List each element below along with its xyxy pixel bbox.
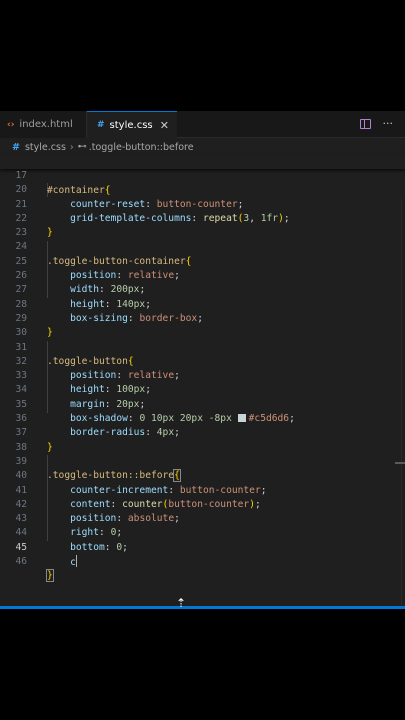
line-number: 46 [15, 556, 27, 568]
code-line: 26 width: 200px; [0, 255, 405, 295]
sticky-scroll-line[interactable]: 17 #container{ [0, 155, 405, 196]
close-icon[interactable]: ✕ [160, 119, 169, 132]
tab-index-html[interactable]: ‹› index.html [0, 111, 87, 138]
code-line: 25 position: relative; [0, 241, 405, 281]
code-line: 23 [0, 212, 405, 238]
code-line: 33 height: 100px; [0, 355, 405, 395]
code-line: 31 .toggle-button{ [0, 326, 405, 367]
code-line: 42 position: absolute; [0, 484, 405, 524]
editor-actions: ··· [359, 117, 394, 130]
code-line: 40 counter-increment: button-counter; [0, 455, 405, 495]
tab-label: index.html [19, 119, 73, 130]
chevron-right-icon: › [69, 141, 74, 153]
mouse-cursor-icon: ⇡ [176, 596, 187, 610]
code-line: 22 } [0, 198, 405, 238]
tab-bar: ‹› index.html # style.css ✕ ··· [0, 111, 405, 138]
status-bar [0, 606, 405, 609]
tab-label: style.css [109, 119, 153, 131]
code-line: 37 } [0, 412, 405, 452]
code-line: 20 counter-reset: button-counter; [0, 169, 405, 209]
code-line: 43 right: 0; [0, 498, 405, 538]
code-line: 29 } [0, 298, 405, 338]
code-line-current[interactable]: 45 c [0, 527, 405, 568]
code-line: 41 content: counter(button-counter); [0, 469, 405, 510]
code-line: 39 .toggle-button::before{ [0, 441, 405, 483]
html-file-icon: ‹› [7, 119, 15, 130]
css-selector: #container [47, 184, 105, 196]
code-line: 34 margin: 20px; [0, 369, 405, 409]
code-editor: ‹› index.html # style.css ✕ ··· # style.… [0, 111, 405, 609]
css-file-icon: # [97, 120, 105, 130]
code-line: 28 box-sizing: border-box; [0, 283, 405, 324]
tab-style-css[interactable]: # style.css ✕ [87, 111, 177, 138]
code-line: 24 .toggle-button-container{ [0, 226, 405, 266]
breadcrumb-symbol[interactable]: .toggle-button::before [89, 142, 194, 153]
breadcrumb-file[interactable]: style.css [25, 142, 66, 153]
more-actions-icon[interactable]: ··· [383, 117, 394, 130]
code-line: 30 [0, 312, 405, 338]
line-number: 17 [15, 170, 27, 182]
text-cursor [75, 555, 77, 568]
css-file-icon: # [12, 141, 20, 153]
code-line: 35 box-shadow: 0 10px 20px -8px #c5d6d6; [0, 384, 405, 424]
split-editor-icon[interactable] [359, 119, 371, 129]
code-line: 44 bottom: 0; [0, 512, 405, 552]
code-line: 27 height: 140px; [0, 269, 405, 309]
selector-symbol-icon: ⊷ [77, 142, 87, 152]
code-line: 46 } [0, 541, 405, 583]
code-line: 36 border-radius: 4px; [0, 398, 405, 438]
code-area[interactable]: 20 counter-reset: button-counter; 21 gri… [0, 155, 405, 609]
code-line: 38 [0, 426, 405, 453]
breadcrumb: # style.css › ⊷ .toggle-button::before [0, 139, 405, 155]
code-line: 32 position: relative; [0, 341, 405, 381]
